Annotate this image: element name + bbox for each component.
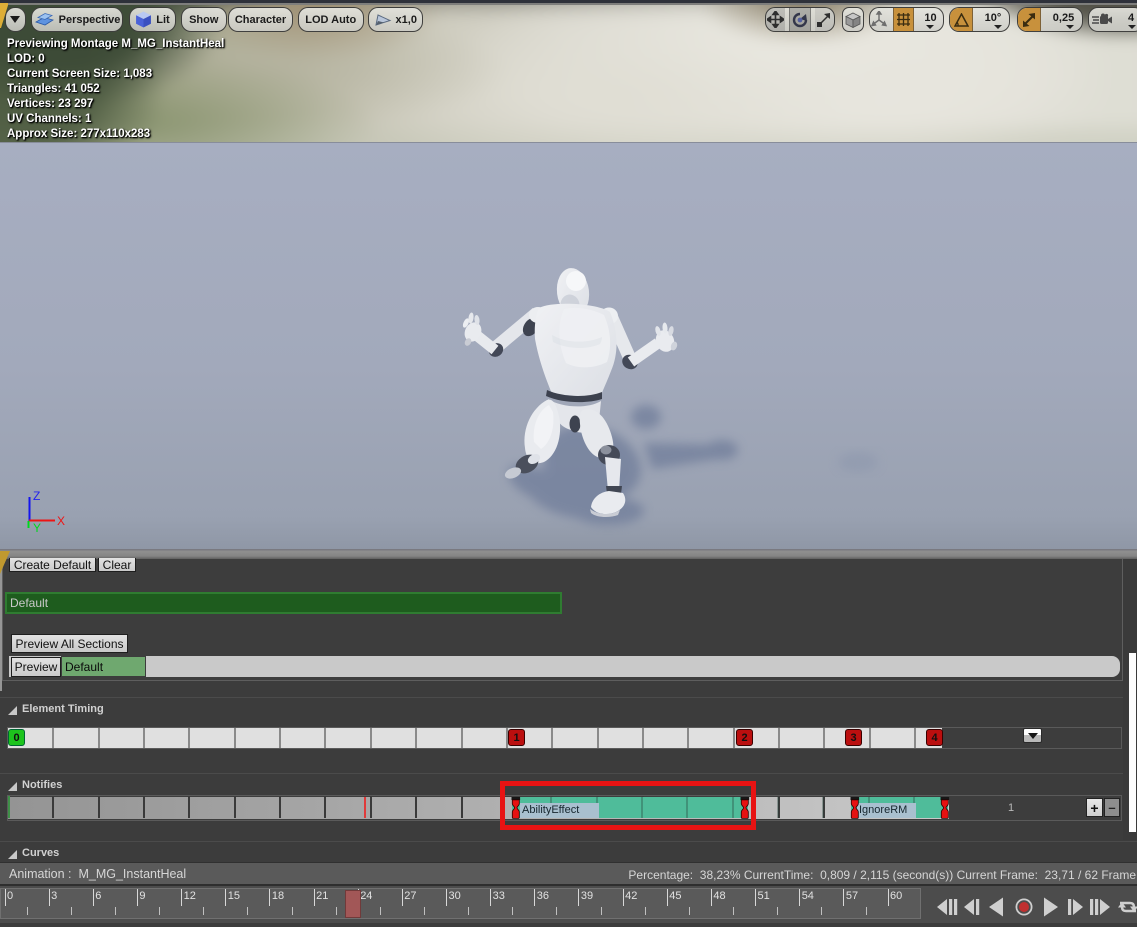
svg-text:Y: Y [33, 521, 41, 535]
svg-text:X: X [57, 514, 65, 528]
svg-text:Z: Z [33, 489, 40, 503]
